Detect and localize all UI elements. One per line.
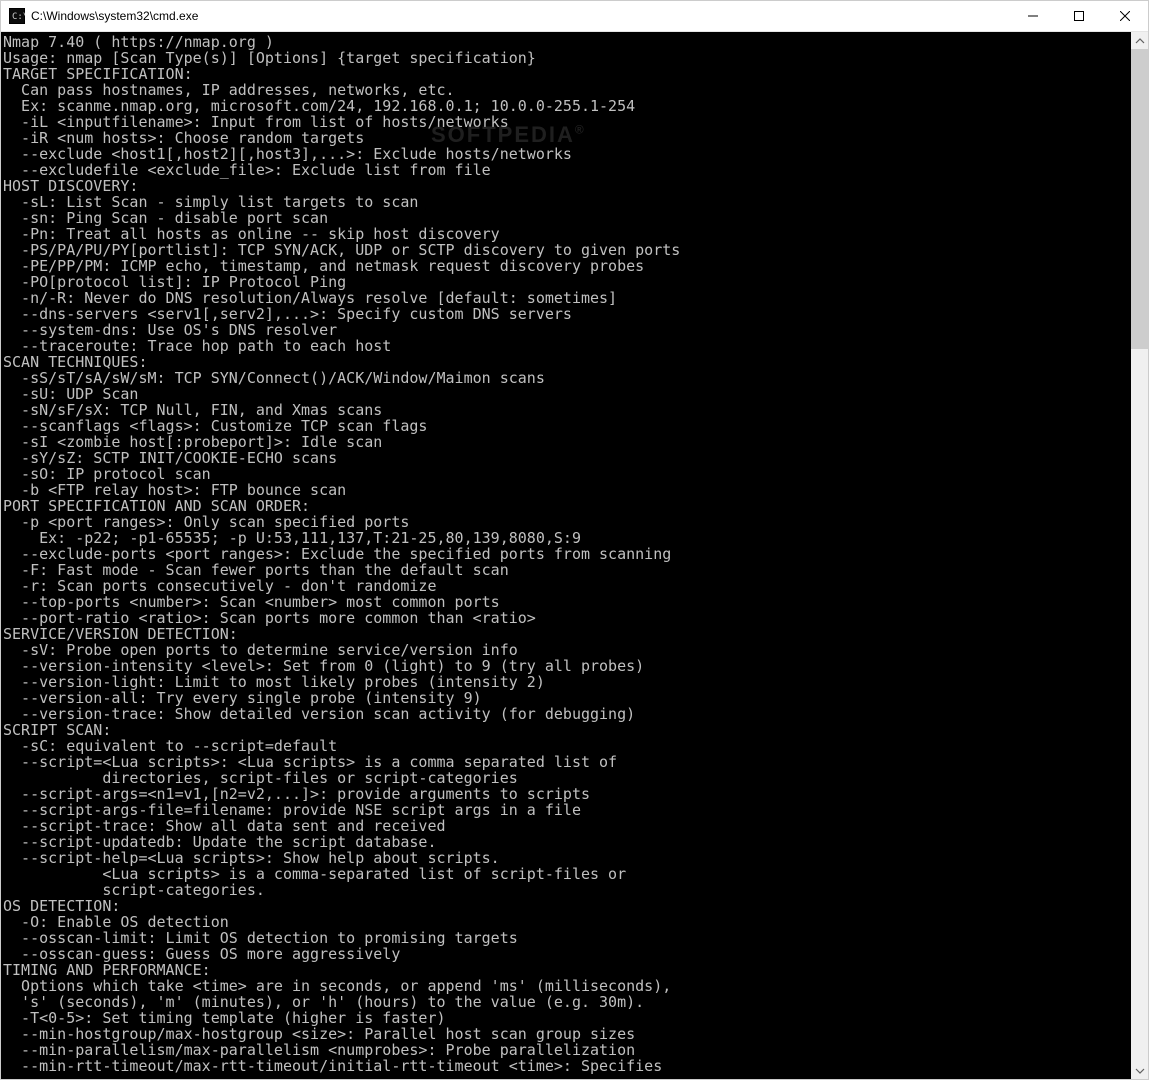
- console-line: TARGET SPECIFICATION:: [3, 66, 1131, 82]
- console-line: --excludefile <exclude_file>: Exclude li…: [3, 162, 1131, 178]
- console-line: --port-ratio <ratio>: Scan ports more co…: [3, 610, 1131, 626]
- console-line: Nmap 7.40 ( https://nmap.org ): [3, 34, 1131, 50]
- console-line: -sN/sF/sX: TCP Null, FIN, and Xmas scans: [3, 402, 1131, 418]
- console-line: -PO[protocol list]: IP Protocol Ping: [3, 274, 1131, 290]
- console-line: --traceroute: Trace hop path to each hos…: [3, 338, 1131, 354]
- window-title: C:\Windows\system32\cmd.exe: [31, 1, 1010, 31]
- console-line: Can pass hostnames, IP addresses, networ…: [3, 82, 1131, 98]
- console-line: --script-updatedb: Update the script dat…: [3, 834, 1131, 850]
- console-line: Ex: scanme.nmap.org, microsoft.com/24, 1…: [3, 98, 1131, 114]
- console-line: --script-args=<n1=v1,[n2=v2,...]>: provi…: [3, 786, 1131, 802]
- console-line: OS DETECTION:: [3, 898, 1131, 914]
- scroll-down-button[interactable]: [1131, 1062, 1148, 1079]
- console-line: -iR <num hosts>: Choose random targets: [3, 130, 1131, 146]
- console-line: --version-trace: Show detailed version s…: [3, 706, 1131, 722]
- console-line: Options which take <time> are in seconds…: [3, 978, 1131, 994]
- console-line: HOST DISCOVERY:: [3, 178, 1131, 194]
- console-line: 's' (seconds), 'm' (minutes), or 'h' (ho…: [3, 994, 1131, 1010]
- console-line: --top-ports <number>: Scan <number> most…: [3, 594, 1131, 610]
- console-line: --script-args-file=filename: provide NSE…: [3, 802, 1131, 818]
- console-line: SERVICE/VERSION DETECTION:: [3, 626, 1131, 642]
- vertical-scrollbar[interactable]: [1131, 32, 1148, 1079]
- cmd-icon: C:\: [9, 8, 25, 24]
- console-line: directories, script-files or script-cate…: [3, 770, 1131, 786]
- console-line: --min-parallelism/max-parallelism <numpr…: [3, 1042, 1131, 1058]
- console-line: --version-intensity <level>: Set from 0 …: [3, 658, 1131, 674]
- console-line: SCRIPT SCAN:: [3, 722, 1131, 738]
- console-line: Usage: nmap [Scan Type(s)] [Options] {ta…: [3, 50, 1131, 66]
- console-line: -sn: Ping Scan - disable port scan: [3, 210, 1131, 226]
- console-line: --min-hostgroup/max-hostgroup <size>: Pa…: [3, 1026, 1131, 1042]
- console-line: --exclude <host1[,host2][,host3],...>: E…: [3, 146, 1131, 162]
- console-line: -p <port ranges>: Only scan specified po…: [3, 514, 1131, 530]
- console-line: -sL: List Scan - simply list targets to …: [3, 194, 1131, 210]
- console-line: Ex: -p22; -p1-65535; -p U:53,111,137,T:2…: [3, 530, 1131, 546]
- console-line: -sO: IP protocol scan: [3, 466, 1131, 482]
- scroll-thumb[interactable]: [1131, 49, 1148, 349]
- console-line: --system-dns: Use OS's DNS resolver: [3, 322, 1131, 338]
- console-line: TIMING AND PERFORMANCE:: [3, 962, 1131, 978]
- window-buttons: [1010, 1, 1148, 31]
- console-line: -O: Enable OS detection: [3, 914, 1131, 930]
- console-line: --dns-servers <serv1[,serv2],...>: Speci…: [3, 306, 1131, 322]
- console-line: -iL <inputfilename>: Input from list of …: [3, 114, 1131, 130]
- console-line: script-categories.: [3, 882, 1131, 898]
- console-line: -PE/PP/PM: ICMP echo, timestamp, and net…: [3, 258, 1131, 274]
- console-output[interactable]: Nmap 7.40 ( https://nmap.org )Usage: nma…: [1, 32, 1131, 1079]
- close-button[interactable]: [1102, 1, 1148, 31]
- console-line: -T<0-5>: Set timing template (higher is …: [3, 1010, 1131, 1026]
- console-line: --version-light: Limit to most likely pr…: [3, 674, 1131, 690]
- console-line: -sC: equivalent to --script=default: [3, 738, 1131, 754]
- svg-text:C:\: C:\: [12, 12, 25, 22]
- maximize-button[interactable]: [1056, 1, 1102, 31]
- console-line: --osscan-guess: Guess OS more aggressive…: [3, 946, 1131, 962]
- console-line: SCAN TECHNIQUES:: [3, 354, 1131, 370]
- console-line: <Lua scripts> is a comma-separated list …: [3, 866, 1131, 882]
- console-line: -b <FTP relay host>: FTP bounce scan: [3, 482, 1131, 498]
- console-line: --script=<Lua scripts>: <Lua scripts> is…: [3, 754, 1131, 770]
- scroll-up-button[interactable]: [1131, 32, 1148, 49]
- cmd-window: C:\ C:\Windows\system32\cmd.exe Nmap 7.4…: [0, 0, 1149, 1080]
- console-line: --osscan-limit: Limit OS detection to pr…: [3, 930, 1131, 946]
- console-line: -sV: Probe open ports to determine servi…: [3, 642, 1131, 658]
- console-line: -sI <zombie host[:probeport]>: Idle scan: [3, 434, 1131, 450]
- console-line: -sY/sZ: SCTP INIT/COOKIE-ECHO scans: [3, 450, 1131, 466]
- console-line: --script-trace: Show all data sent and r…: [3, 818, 1131, 834]
- console-line: --version-all: Try every single probe (i…: [3, 690, 1131, 706]
- titlebar[interactable]: C:\ C:\Windows\system32\cmd.exe: [1, 1, 1148, 32]
- scroll-track[interactable]: [1131, 49, 1148, 1062]
- console-line: --min-rtt-timeout/max-rtt-timeout/initia…: [3, 1058, 1131, 1074]
- minimize-button[interactable]: [1010, 1, 1056, 31]
- console-line: --exclude-ports <port ranges>: Exclude t…: [3, 546, 1131, 562]
- console-line: -n/-R: Never do DNS resolution/Always re…: [3, 290, 1131, 306]
- console-line: --script-help=<Lua scripts>: Show help a…: [3, 850, 1131, 866]
- console-line: PORT SPECIFICATION AND SCAN ORDER:: [3, 498, 1131, 514]
- console-line: -F: Fast mode - Scan fewer ports than th…: [3, 562, 1131, 578]
- console-line: -r: Scan ports consecutively - don't ran…: [3, 578, 1131, 594]
- console-line: -sU: UDP Scan: [3, 386, 1131, 402]
- console-line: --scanflags <flags>: Customize TCP scan …: [3, 418, 1131, 434]
- console-line: -Pn: Treat all hosts as online -- skip h…: [3, 226, 1131, 242]
- console-line: -sS/sT/sA/sW/sM: TCP SYN/Connect()/ACK/W…: [3, 370, 1131, 386]
- client-area: Nmap 7.40 ( https://nmap.org )Usage: nma…: [1, 32, 1148, 1079]
- console-line: -PS/PA/PU/PY[portlist]: TCP SYN/ACK, UDP…: [3, 242, 1131, 258]
